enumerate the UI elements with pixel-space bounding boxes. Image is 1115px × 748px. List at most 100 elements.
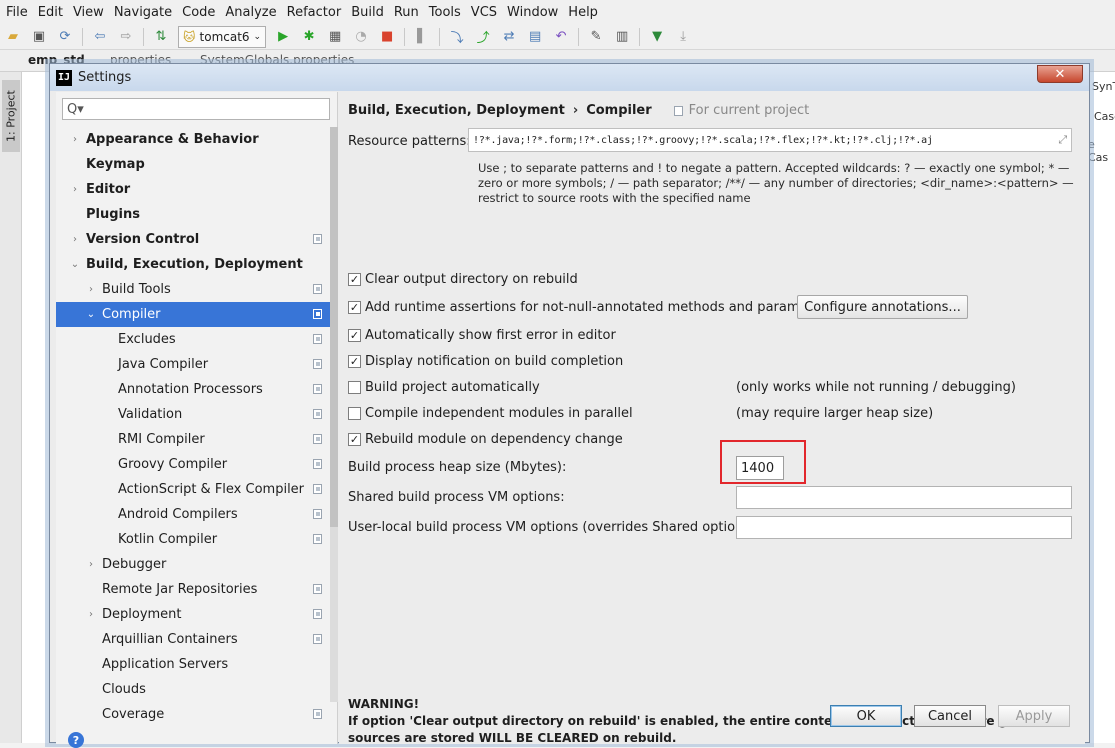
menu-analyze[interactable]: Analyze <box>221 5 282 20</box>
menu-navigate[interactable]: Navigate <box>110 5 178 20</box>
tree-item-coverage[interactable]: Coverage <box>56 702 330 727</box>
expand-icon[interactable]: ⤢ <box>1058 133 1067 147</box>
menu-code[interactable]: Code <box>178 5 221 20</box>
tree-item-application-servers[interactable]: Application Servers <box>56 652 330 677</box>
settings-search-input[interactable]: Q▾ <box>62 98 330 120</box>
tree-item-plugins[interactable]: Plugins <box>56 202 330 227</box>
menu-run[interactable]: Run <box>390 5 425 20</box>
tree-item-appearance-behavior[interactable]: › Appearance & Behavior <box>56 127 330 152</box>
option-clear-output[interactable]: ✓ Clear output directory on rebuild <box>348 272 578 287</box>
breadcrumb: Build, Execution, Deployment › Compiler … <box>348 103 809 118</box>
forward-icon[interactable]: ⇨ <box>117 28 135 46</box>
menu-refactor[interactable]: Refactor <box>283 5 348 20</box>
project-tool-tab[interactable]: 1: Project <box>2 80 20 152</box>
checkbox-build-automatically[interactable] <box>348 381 361 394</box>
coverage-icon[interactable]: ▦ <box>326 28 344 46</box>
vcs-revert-icon[interactable]: ↶ <box>552 28 570 46</box>
sdk-manager-icon[interactable]: ▼ <box>648 28 666 46</box>
tree-item-android-compilers[interactable]: Android Compilers <box>56 502 330 527</box>
chevron-right-icon[interactable]: › <box>68 234 82 245</box>
menu-view[interactable]: View <box>69 5 110 20</box>
tree-item-groovy-compiler[interactable]: Groovy Compiler <box>56 452 330 477</box>
save-icon[interactable]: ▣ <box>30 28 48 46</box>
menu-file[interactable]: File <box>2 5 34 20</box>
chevron-right-icon[interactable]: › <box>84 284 98 295</box>
option-show-first-error[interactable]: ✓ Automatically show first error in edit… <box>348 328 616 343</box>
chevron-right-icon[interactable]: › <box>84 559 98 570</box>
cancel-button[interactable]: Cancel <box>914 705 986 727</box>
tree-item-debugger[interactable]: › Debugger <box>56 552 330 577</box>
scrollbar-thumb[interactable] <box>330 127 338 527</box>
debug-icon[interactable]: ✱ <box>300 28 318 46</box>
tree-item-build-execution-deployment[interactable]: ⌄ Build, Execution, Deployment <box>56 252 330 277</box>
shared-vm-options-input[interactable] <box>736 486 1072 509</box>
option-rebuild-on-dependency[interactable]: ✓ Rebuild module on dependency change <box>348 432 623 447</box>
dialog-titlebar[interactable]: IJ Settings ✕ <box>50 64 1089 91</box>
checkbox-rebuild-on-dependency[interactable]: ✓ <box>348 433 361 446</box>
resource-patterns-input[interactable]: !?*.java;!?*.form;!?*.class;!?*.groovy;!… <box>468 128 1072 152</box>
menu-window[interactable]: Window <box>503 5 564 20</box>
option-build-notification[interactable]: ✓ Display notification on build completi… <box>348 354 623 369</box>
open-folder-icon[interactable]: ▰ <box>4 28 22 46</box>
profile-icon[interactable]: ◔ <box>352 28 370 46</box>
tree-item-editor[interactable]: › Editor <box>56 177 330 202</box>
download-icon[interactable]: ⤓ <box>674 28 692 46</box>
checkbox-show-first-error[interactable]: ✓ <box>348 329 361 342</box>
chevron-right-icon[interactable]: › <box>84 609 98 620</box>
tree-item-version-control[interactable]: › Version Control <box>56 227 330 252</box>
option-build-automatically[interactable]: Build project automatically <box>348 380 540 395</box>
menu-edit[interactable]: Edit <box>34 5 69 20</box>
build-icon[interactable]: ⇅ <box>152 28 170 46</box>
checkbox-runtime-assertions[interactable]: ✓ <box>348 301 361 314</box>
tree-item-deployment[interactable]: › Deployment <box>56 602 330 627</box>
sync-icon[interactable]: ⟳ <box>56 28 74 46</box>
close-button[interactable]: ✕ <box>1037 65 1083 83</box>
tree-item-rmi-compiler[interactable]: RMI Compiler <box>56 427 330 452</box>
checkbox-parallel-compile[interactable] <box>348 407 361 420</box>
project-level-icon <box>313 409 322 419</box>
project-structure-icon[interactable]: ▥ <box>613 28 631 46</box>
vcs-commit-icon[interactable]: ⤴ <box>474 28 492 46</box>
tree-item-clouds[interactable]: Clouds <box>56 677 330 702</box>
chevron-down-icon[interactable]: ⌄ <box>84 309 98 320</box>
tree-item-kotlin-compiler[interactable]: Kotlin Compiler <box>56 527 330 552</box>
ok-button[interactable]: OK <box>830 705 902 727</box>
vcs-compare-icon[interactable]: ⇄ <box>500 28 518 46</box>
intellij-logo-icon: IJ <box>56 69 72 86</box>
configure-annotations-button[interactable]: Configure annotations... <box>797 295 968 319</box>
tree-item-arquillian-containers[interactable]: Arquillian Containers <box>56 627 330 652</box>
menu-help[interactable]: Help <box>564 5 604 20</box>
stop-icon[interactable]: ■ <box>378 28 396 46</box>
help-icon[interactable]: ? <box>68 732 84 748</box>
chevron-right-icon[interactable]: › <box>68 184 82 195</box>
option-runtime-assertions[interactable]: ✓ Add runtime assertions for not-null-an… <box>348 300 833 315</box>
tree-item-keymap[interactable]: Keymap <box>56 152 330 177</box>
back-icon[interactable]: ⇦ <box>91 28 109 46</box>
tree-item-java-compiler[interactable]: Java Compiler <box>56 352 330 377</box>
run-icon[interactable]: ▶ <box>274 28 292 46</box>
tree-item-validation[interactable]: Validation <box>56 402 330 427</box>
menu-build[interactable]: Build <box>347 5 390 20</box>
sidebar-scrollbar[interactable] <box>330 127 338 702</box>
settings-wrench-icon[interactable]: ✎ <box>587 28 605 46</box>
checkbox-build-notification[interactable]: ✓ <box>348 355 361 368</box>
menu-tools[interactable]: Tools <box>425 5 467 20</box>
attach-icon[interactable]: ▌ <box>413 28 431 46</box>
tree-item-actionscript-flex-compiler[interactable]: ActionScript & Flex Compiler <box>56 477 330 502</box>
run-config-dropdown[interactable]: 🐱 tomcat6 ⌄ <box>178 25 267 48</box>
vcs-update-icon[interactable]: ⤵ <box>448 28 466 46</box>
vcs-history-icon[interactable]: ▤ <box>526 28 544 46</box>
chevron-right-icon[interactable]: › <box>68 134 82 145</box>
option-parallel-compile[interactable]: Compile independent modules in parallel <box>348 406 633 421</box>
tree-item-annotation-processors[interactable]: Annotation Processors <box>56 377 330 402</box>
tree-item-label: Groovy Compiler <box>118 457 228 472</box>
user-vm-options-input[interactable] <box>736 516 1072 539</box>
tree-item-compiler[interactable]: ⌄ Compiler <box>56 302 330 327</box>
menu-vcs[interactable]: VCS <box>467 5 503 20</box>
tree-item-excludes[interactable]: Excludes <box>56 327 330 352</box>
tree-item-remote-jar-repositories[interactable]: Remote Jar Repositories <box>56 577 330 602</box>
apply-button[interactable]: Apply <box>998 705 1070 727</box>
chevron-down-icon[interactable]: ⌄ <box>68 259 82 270</box>
checkbox-clear-output[interactable]: ✓ <box>348 273 361 286</box>
tree-item-build-tools[interactable]: › Build Tools <box>56 277 330 302</box>
